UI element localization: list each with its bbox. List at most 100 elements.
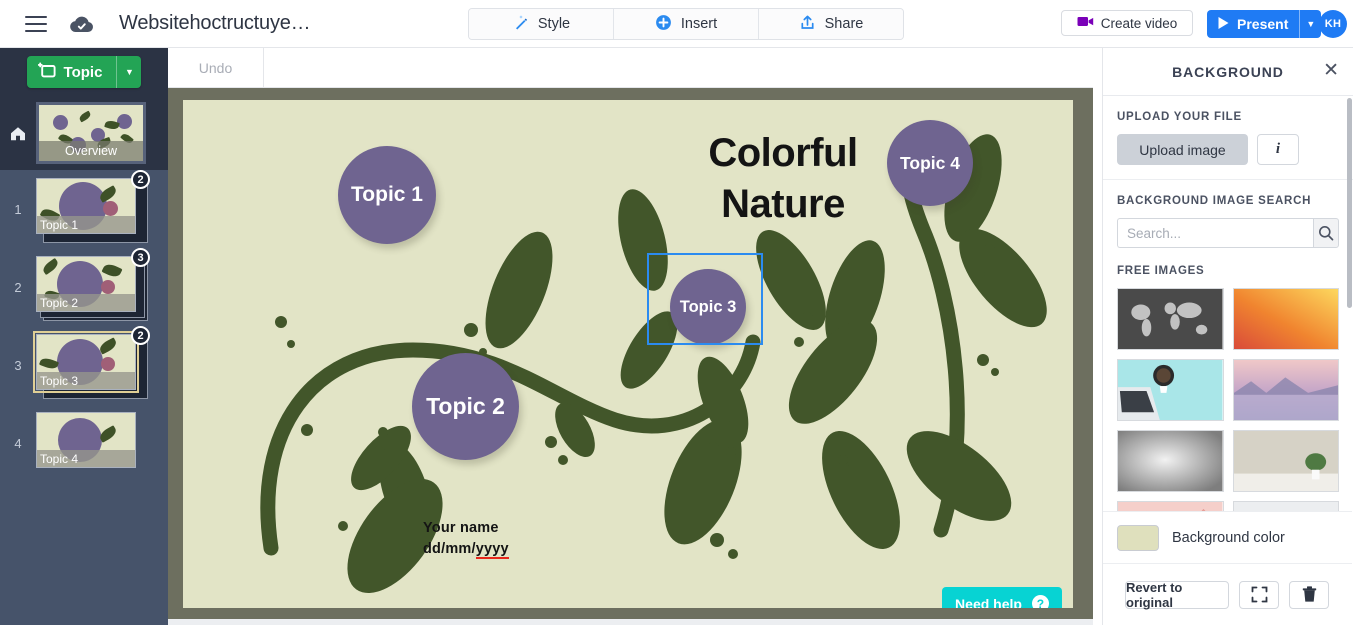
style-label: Style xyxy=(538,16,570,32)
add-topic-caret[interactable]: ▼ xyxy=(116,56,141,88)
slide-number: 2 xyxy=(0,280,36,295)
present-button[interactable]: Present xyxy=(1207,10,1299,38)
slide-label: Topic 1 xyxy=(37,216,135,233)
plus-circle-icon xyxy=(655,14,672,35)
trash-icon[interactable] xyxy=(1289,581,1329,609)
free-image-grey-radial-gradient[interactable] xyxy=(1117,430,1224,492)
page-title[interactable]: Colorful Nature xyxy=(643,128,923,230)
free-image-world-map-dark[interactable] xyxy=(1117,288,1224,350)
add-topic-label: Topic xyxy=(64,64,103,81)
upload-section: UPLOAD YOUR FILE Upload image i xyxy=(1103,96,1353,180)
topic-bubble-4[interactable]: Topic 4 xyxy=(887,120,973,206)
magnifier-icon[interactable] xyxy=(1313,218,1339,248)
sidebar-slide-1[interactable]: 1 Topic 1 2 xyxy=(0,170,168,248)
avatar[interactable]: KH xyxy=(1319,10,1347,38)
question-mark-icon: ? xyxy=(1032,595,1049,608)
byline-date: dd/mm/yyyy xyxy=(423,539,509,560)
slide-label: Topic 2 xyxy=(37,294,135,311)
create-video-button[interactable]: Create video xyxy=(1061,10,1193,36)
free-image-orange-sunset-gradient[interactable] xyxy=(1233,288,1340,350)
upload-row: Upload image i xyxy=(1117,134,1339,165)
topic-bubble-2[interactable]: Topic 2 xyxy=(412,353,519,460)
add-topic-bar: Topic ▼ xyxy=(0,48,168,96)
add-topic-button[interactable]: Topic xyxy=(27,56,117,88)
sidebar-slide-2[interactable]: 2 Topic 2 3 xyxy=(0,248,168,326)
topic-bubble-4-label: Topic 4 xyxy=(900,153,960,174)
background-color-row: Background color xyxy=(1103,511,1352,563)
slide-thumbnail[interactable]: Topic 4 xyxy=(36,412,136,468)
search-input[interactable] xyxy=(1117,218,1313,248)
slide-thumbnail-wrap[interactable]: Topic 2 3 xyxy=(36,256,148,318)
free-image-plant-empty-room[interactable] xyxy=(1233,430,1340,492)
revert-to-original-button[interactable]: Revert to original xyxy=(1125,581,1229,609)
close-icon[interactable]: ✕ xyxy=(1323,61,1339,80)
background-panel: BACKGROUND ✕ UPLOAD YOUR FILE Upload ima… xyxy=(1102,48,1353,625)
undo-button[interactable]: Undo xyxy=(168,48,264,87)
sidebar-item-overview[interactable]: Overview xyxy=(0,96,168,170)
slide-badge-count: 2 xyxy=(131,326,150,345)
background-panel-header: BACKGROUND ✕ xyxy=(1103,48,1353,96)
panel-scrollbar[interactable] xyxy=(1347,98,1352,308)
hamburger-icon[interactable] xyxy=(25,16,47,32)
insert-label: Insert xyxy=(681,16,717,32)
info-icon[interactable]: i xyxy=(1257,134,1299,165)
cloud-saved-icon[interactable] xyxy=(69,14,95,34)
slide-number: 1 xyxy=(0,202,36,217)
background-color-swatch[interactable] xyxy=(1117,525,1159,551)
search-section: BACKGROUND IMAGE SEARCH xyxy=(1103,180,1353,252)
title-line-2: Nature xyxy=(643,179,923,230)
upload-image-button[interactable]: Upload image xyxy=(1117,134,1248,165)
video-camera-icon xyxy=(1077,15,1094,31)
byline[interactable]: Your name dd/mm/yyyy xyxy=(423,518,509,560)
byline-date-suffix: yyyy xyxy=(476,541,509,559)
byline-name: Your name xyxy=(423,518,509,539)
free-images-section: FREE IMAGES xyxy=(1103,252,1353,520)
need-help-label: Need help xyxy=(955,596,1022,609)
background-color-label: Background color xyxy=(1172,530,1285,546)
slide-thumbnail[interactable]: Topic 3 xyxy=(36,334,136,390)
bottom-strip xyxy=(168,619,1093,625)
slide-thumbnail[interactable]: Topic 2 xyxy=(36,256,136,312)
slide-thumbnail-wrap[interactable]: Topic 1 2 xyxy=(36,178,148,240)
top-header: Websitehoctructuye… Style xyxy=(0,0,1353,48)
slide-canvas[interactable]: Colorful Nature Topic 1 Topic 2 Topic 3 … xyxy=(183,100,1073,608)
app-root: Websitehoctructuye… Style xyxy=(0,0,1353,625)
add-topic-button-group[interactable]: Topic ▼ xyxy=(27,56,142,88)
share-button[interactable]: Share xyxy=(758,9,903,39)
canvas-area[interactable]: Colorful Nature Topic 1 Topic 2 Topic 3 … xyxy=(168,88,1093,625)
add-topic-icon xyxy=(38,62,56,83)
slide-number: 4 xyxy=(0,436,36,451)
slide-thumbnail-wrap[interactable]: Topic 3 2 xyxy=(36,334,148,396)
topic-bubble-1[interactable]: Topic 1 xyxy=(338,146,436,244)
slide-thumbnail-wrap[interactable]: Topic 4 xyxy=(36,412,148,474)
share-label: Share xyxy=(825,16,864,32)
need-help-button[interactable]: Need help ? xyxy=(942,587,1062,608)
free-image-pink-lake-mountain[interactable] xyxy=(1233,359,1340,421)
topic-bubble-3-label: Topic 3 xyxy=(680,298,737,317)
sidebar-slide-4[interactable]: 4 Topic 4 xyxy=(0,404,168,482)
slide-label: Topic 4 xyxy=(37,450,135,467)
slide-thumbnail[interactable]: Topic 1 xyxy=(36,178,136,234)
present-button-group[interactable]: Present ▼ xyxy=(1207,10,1321,38)
panel-title: BACKGROUND xyxy=(1172,64,1284,80)
topic-bubble-1-label: Topic 1 xyxy=(351,183,423,207)
overview-thumbnail[interactable]: Overview xyxy=(36,102,146,164)
upload-share-icon xyxy=(799,14,816,35)
search-section-label: BACKGROUND IMAGE SEARCH xyxy=(1117,195,1339,207)
topic-bubble-3[interactable]: Topic 3 xyxy=(670,269,746,345)
editor-toolbar: Undo xyxy=(168,48,1093,88)
fullscreen-icon[interactable] xyxy=(1239,581,1279,609)
document-title[interactable]: Websitehoctructuye… xyxy=(119,12,310,35)
free-images-label: FREE IMAGES xyxy=(1117,265,1339,277)
magic-wand-icon xyxy=(512,14,529,35)
byline-date-prefix: dd/mm/ xyxy=(423,541,476,557)
upload-section-label: UPLOAD YOUR FILE xyxy=(1117,111,1339,123)
style-button[interactable]: Style xyxy=(469,9,613,39)
play-icon xyxy=(1217,16,1230,33)
free-image-laptop-coffee-mint[interactable] xyxy=(1117,359,1224,421)
topic-bubble-2-label: Topic 2 xyxy=(426,393,505,420)
insert-button[interactable]: Insert xyxy=(613,9,758,39)
slide-list: Overview 1 Topic 1 2 xyxy=(0,96,168,625)
home-icon xyxy=(0,126,36,141)
sidebar-slide-3[interactable]: 3 Topic 3 2 xyxy=(0,326,168,404)
